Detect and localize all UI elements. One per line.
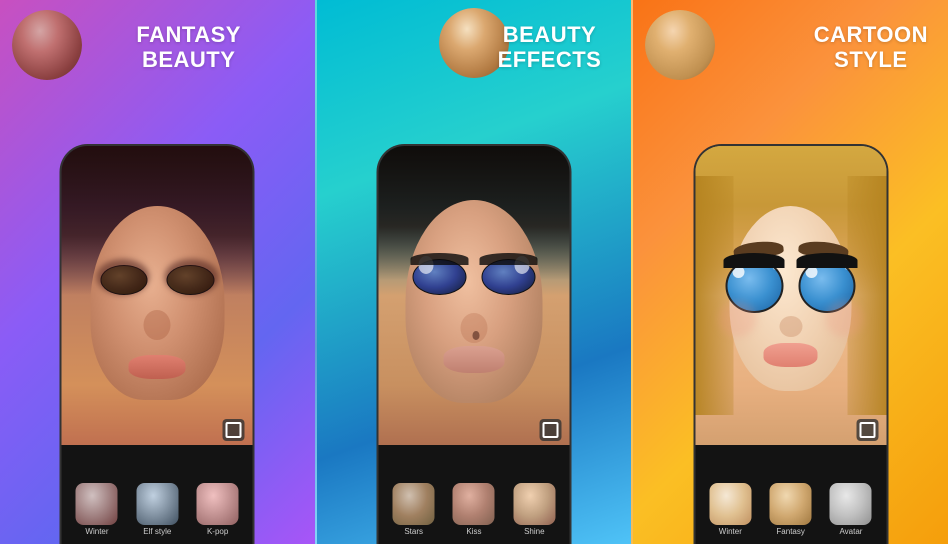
filter-thumb-kpop[interactable]: K-pop	[197, 483, 239, 536]
phone-cartoon: Winter Fantasy Avatar	[693, 144, 888, 544]
toggle-icon-fantasy[interactable]	[223, 419, 245, 441]
filter-thumb-winter[interactable]: Winter	[76, 483, 118, 536]
filter-thumb-shine[interactable]: Shine	[513, 483, 555, 536]
panel-fantasy: FANTASY BEAUTY	[0, 0, 315, 544]
filter-thumb-avatar[interactable]: Avatar	[830, 483, 872, 536]
preview-face-cartoon	[645, 10, 715, 80]
panel-title-fantasy: FANTASY BEAUTY	[136, 22, 241, 73]
panel-beauty: BEAUTY EFFECTS	[315, 0, 632, 544]
panel-title-beauty: BEAUTY EFFECTS	[498, 22, 602, 73]
phone-fantasy: Winter Elf style K-pop	[60, 144, 255, 544]
toggle-icon-cartoon[interactable]	[856, 419, 878, 441]
preview-face-fantasy	[12, 10, 82, 80]
filter-strip-beauty: Stars Kiss Shine	[379, 445, 570, 544]
filter-thumb-winter2[interactable]: Winter	[709, 483, 751, 536]
panel-cartoon: CARTOON STYLE	[631, 0, 948, 544]
filter-strip-fantasy: Winter Elf style K-pop	[62, 445, 253, 544]
filter-thumb-stars[interactable]: Stars	[393, 483, 435, 536]
toggle-icon-beauty[interactable]	[540, 419, 562, 441]
phone-beauty: Stars Kiss Shine	[377, 144, 572, 544]
filter-thumb-fantasy[interactable]: Fantasy	[770, 483, 812, 536]
filter-strip-cartoon: Winter Fantasy Avatar	[695, 445, 886, 544]
filter-thumb-elf[interactable]: Elf style	[136, 483, 178, 536]
filter-thumb-kiss[interactable]: Kiss	[453, 483, 495, 536]
panel-title-cartoon: CARTOON STYLE	[814, 22, 928, 73]
